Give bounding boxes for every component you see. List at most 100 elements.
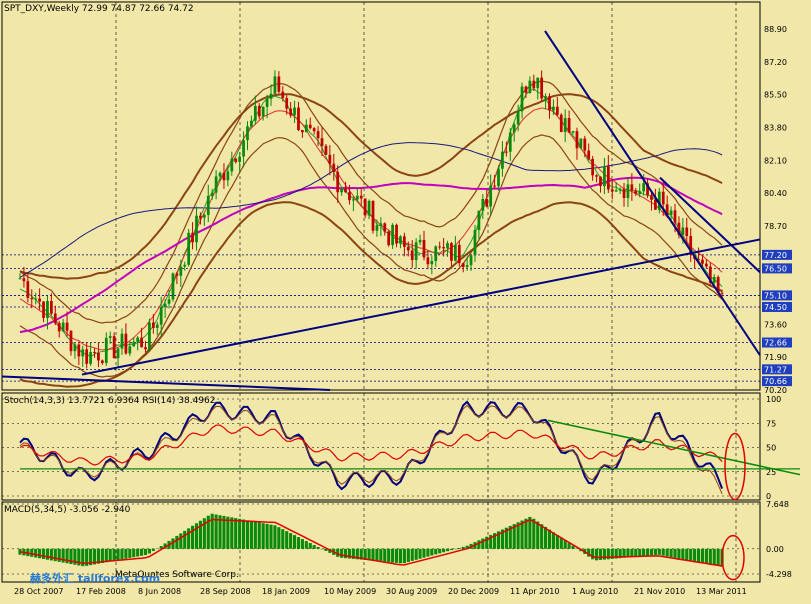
x-label-6: 30 Aug 2009 bbox=[386, 587, 437, 596]
trendline-resistance bbox=[544, 30, 761, 356]
macd-bar bbox=[136, 548, 140, 557]
candle-body bbox=[650, 195, 653, 200]
candle-body bbox=[630, 184, 634, 191]
candle-body bbox=[65, 322, 69, 331]
macd-bar bbox=[391, 548, 395, 563]
candle-body bbox=[603, 166, 606, 187]
x-label-7: 20 Dec 2009 bbox=[448, 587, 499, 596]
candle-body bbox=[30, 297, 34, 300]
candle-body bbox=[528, 80, 532, 93]
macd-bar bbox=[140, 548, 144, 556]
candle-body bbox=[257, 105, 261, 117]
candle-body bbox=[50, 301, 53, 314]
candle-body bbox=[46, 301, 49, 318]
candle-body bbox=[591, 158, 595, 176]
candle-body bbox=[199, 215, 202, 218]
macd-bar bbox=[49, 548, 53, 561]
macd-bar bbox=[594, 548, 599, 561]
macd-bar bbox=[289, 533, 293, 549]
macd-bar bbox=[665, 548, 669, 557]
macd-bar bbox=[449, 548, 454, 551]
candle-body bbox=[461, 263, 465, 268]
macd-bar bbox=[34, 548, 38, 558]
macd-bar bbox=[677, 548, 681, 559]
macd-bar bbox=[438, 548, 442, 554]
price-tick-7: 77.20 bbox=[764, 251, 787, 260]
x-label-4: 18 Jan 2009 bbox=[262, 587, 310, 596]
stoch-circle-annotation bbox=[724, 432, 746, 501]
candle-body bbox=[120, 333, 124, 349]
candle-body bbox=[642, 183, 646, 192]
candle-body bbox=[163, 303, 167, 307]
macd-bar bbox=[312, 545, 316, 549]
candle-body bbox=[559, 114, 563, 133]
candle-body bbox=[614, 190, 618, 192]
macd-bar bbox=[253, 521, 257, 549]
macd-bar bbox=[300, 539, 304, 549]
macd-bar bbox=[308, 543, 312, 549]
candle-body bbox=[38, 298, 41, 302]
x-label-11: 13 Mar 2011 bbox=[696, 587, 747, 596]
candle-body bbox=[281, 91, 285, 98]
price-tick-3: 83.80 bbox=[764, 123, 787, 132]
macd-bar bbox=[445, 548, 450, 552]
candle-body bbox=[202, 214, 206, 218]
candle-body bbox=[42, 301, 45, 318]
candle-body bbox=[367, 200, 371, 216]
macd-bar bbox=[57, 548, 61, 562]
candle-body bbox=[422, 239, 426, 258]
macd-bar bbox=[241, 519, 246, 549]
candle-body bbox=[97, 353, 100, 361]
macd-bar bbox=[461, 546, 465, 549]
candle-body bbox=[132, 341, 136, 347]
candle-body bbox=[124, 333, 128, 354]
candle-body bbox=[552, 106, 555, 111]
candle-body bbox=[379, 223, 383, 226]
candle-body bbox=[583, 138, 587, 151]
candle-body bbox=[638, 191, 642, 194]
macd-bar bbox=[426, 548, 430, 557]
macd-bar bbox=[116, 548, 120, 561]
macd-bar bbox=[657, 548, 661, 555]
trendline-bottom bbox=[1, 375, 331, 391]
macd-bar bbox=[238, 518, 242, 549]
macd-bar bbox=[183, 530, 187, 549]
x-label-10: 21 Nov 2010 bbox=[634, 587, 685, 596]
candle-body bbox=[606, 166, 610, 190]
candle-body bbox=[93, 351, 96, 354]
candle-body bbox=[104, 337, 108, 363]
candle-body bbox=[34, 298, 38, 300]
candle-body bbox=[324, 145, 328, 155]
candle-body bbox=[485, 199, 489, 207]
macd-bar bbox=[406, 548, 410, 562]
candle-body bbox=[434, 246, 438, 262]
macd-bar bbox=[273, 525, 277, 549]
macd-bar bbox=[179, 533, 183, 549]
macd-hist-group bbox=[18, 513, 724, 567]
candle-body bbox=[253, 105, 257, 121]
macd-bar bbox=[453, 548, 457, 550]
candle-body bbox=[575, 131, 579, 149]
candle-body bbox=[348, 192, 351, 201]
main-pane-title: SPT_DXY,Weekly 72.99 74.87 72.66 74.72 bbox=[4, 4, 194, 14]
candle-body bbox=[269, 93, 273, 99]
candle-body bbox=[312, 128, 316, 132]
macd-bar bbox=[547, 529, 552, 549]
stoch-signal-line bbox=[19, 404, 723, 495]
candle-body bbox=[508, 132, 512, 152]
macd-bar bbox=[712, 548, 716, 566]
macd-bar bbox=[696, 548, 701, 563]
candle-body bbox=[355, 195, 359, 200]
candle-body bbox=[308, 124, 312, 129]
candle-body bbox=[457, 244, 461, 264]
candle-body bbox=[540, 77, 544, 99]
candle-body bbox=[501, 151, 504, 169]
macd-bar bbox=[394, 548, 399, 563]
macd-bar bbox=[457, 547, 461, 549]
macd-bar bbox=[532, 518, 536, 549]
macd-bar bbox=[281, 529, 285, 549]
candle-body bbox=[206, 195, 210, 215]
candle-body bbox=[22, 278, 26, 282]
macd-bar bbox=[544, 526, 548, 549]
candle-body bbox=[230, 158, 234, 172]
